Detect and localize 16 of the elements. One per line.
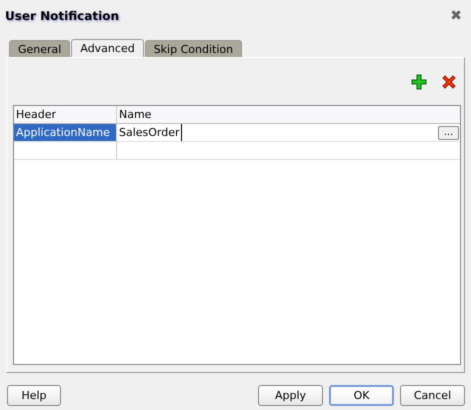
column-header: Header [14,106,117,123]
tab[interactable]: General [9,40,70,57]
tab[interactable]: Advanced [71,39,144,57]
dialog-button[interactable]: Cancel [400,385,465,406]
table-cell[interactable]: ApplicationName [14,124,117,141]
dialog-button[interactable]: Apply [258,385,323,406]
dialog-button[interactable]: OK [329,385,394,406]
close-button[interactable]: ✖ [450,8,462,24]
column-header: Name [118,107,152,123]
help-button[interactable]: Help [7,385,61,406]
window-title: User Notification [5,9,119,23]
tab[interactable]: Skip Condition [144,40,242,57]
delete-icon[interactable] [441,74,457,90]
add-icon[interactable] [411,74,427,90]
browse-button[interactable]: ... [438,126,459,140]
name-input[interactable]: SalesOrder [119,124,182,141]
